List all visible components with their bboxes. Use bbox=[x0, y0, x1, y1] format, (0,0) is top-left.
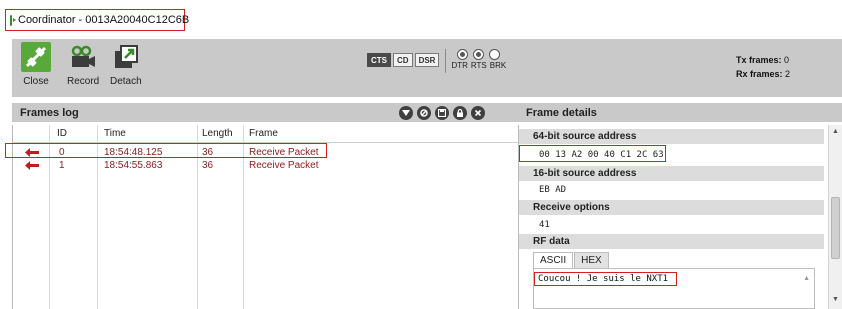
line-status-group: CTS CD DSR DTR RTS BRK bbox=[367, 49, 506, 73]
scroll-up-icon[interactable]: ▲ bbox=[832, 128, 839, 135]
window-title-box: Coordinator - 0013A20040C12C6B bbox=[5, 9, 189, 31]
column-header-time[interactable]: Time bbox=[104, 128, 126, 139]
dtr-label: DTR bbox=[451, 61, 468, 70]
section-receive-options: Receive options bbox=[519, 200, 824, 215]
column-header-id[interactable]: ID bbox=[57, 128, 67, 139]
separator bbox=[445, 49, 447, 73]
scroll-up-icon[interactable]: ▲ bbox=[803, 275, 810, 282]
rx-frames-value: 2 bbox=[785, 69, 791, 79]
brk-toggle[interactable] bbox=[489, 49, 501, 60]
control-lines: DTR RTS BRK bbox=[451, 49, 506, 70]
close-button[interactable]: Close bbox=[21, 42, 51, 87]
tab-hex[interactable]: HEX bbox=[574, 252, 609, 268]
frame-details-title: Frame details bbox=[526, 106, 597, 119]
dtr-toggle[interactable] bbox=[457, 49, 469, 60]
record-button-label: Record bbox=[67, 76, 100, 87]
toolbar: Close Record Detach CTS CD DSR DTR RTS B… bbox=[12, 39, 842, 97]
filter-icon[interactable] bbox=[399, 106, 413, 120]
ascii-highlight bbox=[534, 272, 677, 286]
detach-button-label: Detach bbox=[110, 76, 142, 87]
selected-row-highlight bbox=[5, 143, 327, 158]
cd-indicator: CD bbox=[393, 53, 413, 67]
section-16bit-address: 16-bit source address bbox=[519, 166, 824, 181]
section-rf-data: RF data bbox=[519, 234, 824, 249]
detach-window-icon bbox=[111, 42, 141, 72]
disconnect-plug-icon bbox=[21, 42, 51, 72]
tx-frames-value: 0 bbox=[784, 55, 790, 65]
scrollbar-thumb[interactable] bbox=[831, 197, 840, 259]
video-camera-icon bbox=[68, 42, 98, 72]
clear-icon[interactable] bbox=[417, 106, 431, 120]
dsr-indicator: DSR bbox=[414, 53, 440, 67]
column-header-frame[interactable]: Frame bbox=[249, 128, 278, 139]
value-16bit-address: EB AD bbox=[539, 185, 567, 195]
close-button-label: Close bbox=[23, 76, 49, 87]
frame-details-header: Frame details bbox=[518, 103, 842, 122]
save-icon[interactable] bbox=[435, 106, 449, 120]
table-header: ID Time Length Frame bbox=[13, 125, 519, 143]
tx-frames-label: Tx frames: bbox=[736, 55, 782, 65]
close-icon[interactable] bbox=[471, 106, 485, 120]
rx-frames-label: Rx frames: bbox=[736, 69, 783, 79]
rf-data-tabs: ASCII HEX bbox=[533, 252, 609, 268]
detach-button[interactable]: Detach bbox=[110, 42, 142, 87]
cts-indicator: CTS bbox=[367, 53, 391, 67]
rts-toggle[interactable] bbox=[473, 49, 485, 60]
brk-label: BRK bbox=[489, 61, 507, 70]
tab-ascii[interactable]: ASCII bbox=[533, 252, 574, 268]
section-64bit-address: 64-bit source address bbox=[519, 129, 824, 144]
value-receive-options: 41 bbox=[539, 220, 550, 230]
frames-log-actions bbox=[399, 106, 485, 120]
row-frame: Receive Packet bbox=[249, 160, 319, 171]
address-highlight bbox=[519, 145, 666, 162]
arrow-left-icon bbox=[25, 161, 39, 173]
lock-icon[interactable] bbox=[453, 106, 467, 120]
rts-label: RTS bbox=[470, 61, 487, 70]
scroll-down-icon[interactable]: ▼ bbox=[832, 296, 839, 303]
row-time: 18:54:55.863 bbox=[104, 160, 163, 171]
window-title: Coordinator - 0013A20040C12C6B bbox=[18, 14, 190, 26]
table-row[interactable]: 1 18:54:55.863 36 Receive Packet bbox=[13, 160, 519, 172]
column-header-length[interactable]: Length bbox=[202, 128, 233, 139]
console-icon bbox=[10, 14, 16, 26]
frame-counters: Tx frames: 0 Rx frames: 2 bbox=[736, 53, 790, 81]
details-scrollbar[interactable]: ▲ ▼ bbox=[828, 125, 842, 309]
row-length: 36 bbox=[202, 160, 214, 171]
row-id: 1 bbox=[59, 160, 65, 171]
frames-log-title: Frames log bbox=[20, 106, 79, 119]
record-button[interactable]: Record bbox=[67, 42, 99, 87]
